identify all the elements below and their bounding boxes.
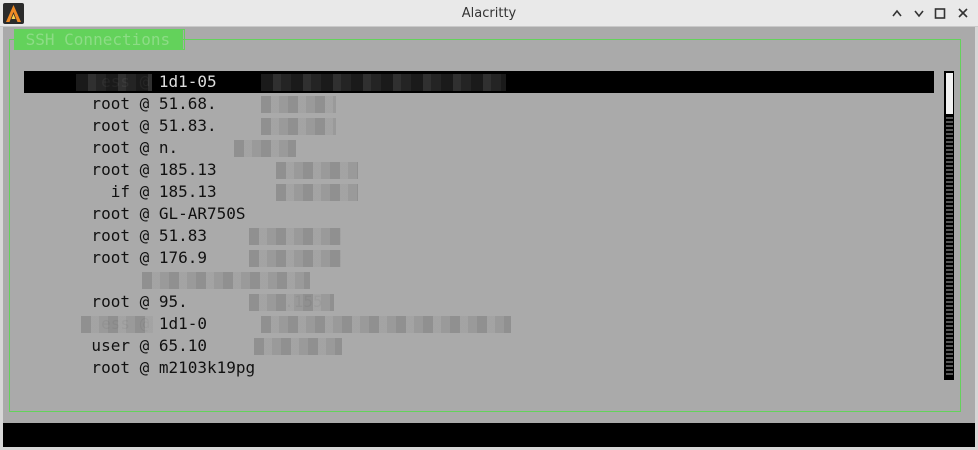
connection-item[interactable]: root @ 51.83. bbox=[24, 115, 934, 137]
connection-item[interactable]: root @ 95. .155 bbox=[24, 291, 934, 313]
redacted-text bbox=[261, 316, 511, 333]
connection-label: root @ 51.83 bbox=[24, 226, 208, 245]
connection-item[interactable]: if @ 185.13 bbox=[24, 181, 934, 203]
connection-item[interactable]: root @ 51.68. bbox=[24, 93, 934, 115]
connection-label: root @ 185.13 bbox=[24, 160, 217, 179]
minimize-icon[interactable] bbox=[909, 4, 929, 23]
connection-item[interactable] bbox=[24, 269, 934, 291]
redacted-text bbox=[276, 184, 358, 201]
status-bar bbox=[3, 423, 975, 447]
connection-label: root @ GL-AR750S bbox=[24, 204, 246, 223]
panel-title: SSH Connections bbox=[15, 30, 183, 49]
connection-label: root @ 176.9 bbox=[24, 248, 208, 267]
connection-item[interactable]: ess @ 1d1-0 bbox=[24, 313, 934, 335]
redacted-text bbox=[261, 74, 506, 91]
redacted-text bbox=[76, 74, 152, 91]
redacted-text bbox=[249, 250, 341, 267]
connection-item[interactable]: root @ 176.9 bbox=[24, 247, 934, 269]
connection-label: root @ n. bbox=[24, 138, 179, 157]
window-title: Alacritty bbox=[461, 6, 517, 21]
redacted-text bbox=[254, 338, 342, 355]
list-scrollbar[interactable] bbox=[944, 71, 954, 380]
connection-item[interactable]: root @ 51.83 bbox=[24, 225, 934, 247]
redacted-text bbox=[249, 294, 334, 311]
redacted-text bbox=[249, 228, 341, 245]
connection-label: root @ 51.68. bbox=[24, 94, 217, 113]
redacted-text bbox=[261, 96, 336, 113]
scrollbar-thumb[interactable] bbox=[946, 73, 953, 114]
connection-item[interactable]: root @ GL-AR750S bbox=[24, 203, 934, 225]
connection-item[interactable]: root @ n. bbox=[24, 137, 934, 159]
terminal-area[interactable]: SSH Connections ess @ 1d1-05 root @ 51.6… bbox=[3, 27, 975, 423]
connection-label: user @ 65.10 bbox=[24, 336, 208, 355]
maximize-icon[interactable] bbox=[930, 4, 950, 23]
redacted-text bbox=[142, 272, 310, 289]
connection-item[interactable]: root @ 185.13 bbox=[24, 159, 934, 181]
window-titlebar: Alacritty bbox=[0, 0, 978, 27]
close-icon[interactable] bbox=[953, 4, 973, 23]
connection-item-selected[interactable]: ess @ 1d1-05 bbox=[24, 71, 934, 93]
redacted-text bbox=[234, 140, 296, 157]
connection-label: if @ 185.13 bbox=[24, 182, 217, 201]
scrollbar-track[interactable] bbox=[946, 117, 953, 376]
connection-item[interactable]: user @ 65.10 bbox=[24, 335, 934, 357]
connection-label: root @ m2103k19pg bbox=[24, 358, 256, 377]
chevron-up-icon[interactable] bbox=[887, 4, 907, 23]
connection-item[interactable]: root @ m2103k19pg bbox=[24, 357, 934, 379]
connection-list[interactable]: ess @ 1d1-05 root @ 51.68. root @ 51.83.… bbox=[24, 71, 934, 379]
connection-label: root @ 51.83. bbox=[24, 116, 217, 135]
redacted-text bbox=[261, 118, 336, 135]
redacted-text bbox=[276, 162, 358, 179]
redacted-text bbox=[81, 316, 153, 333]
